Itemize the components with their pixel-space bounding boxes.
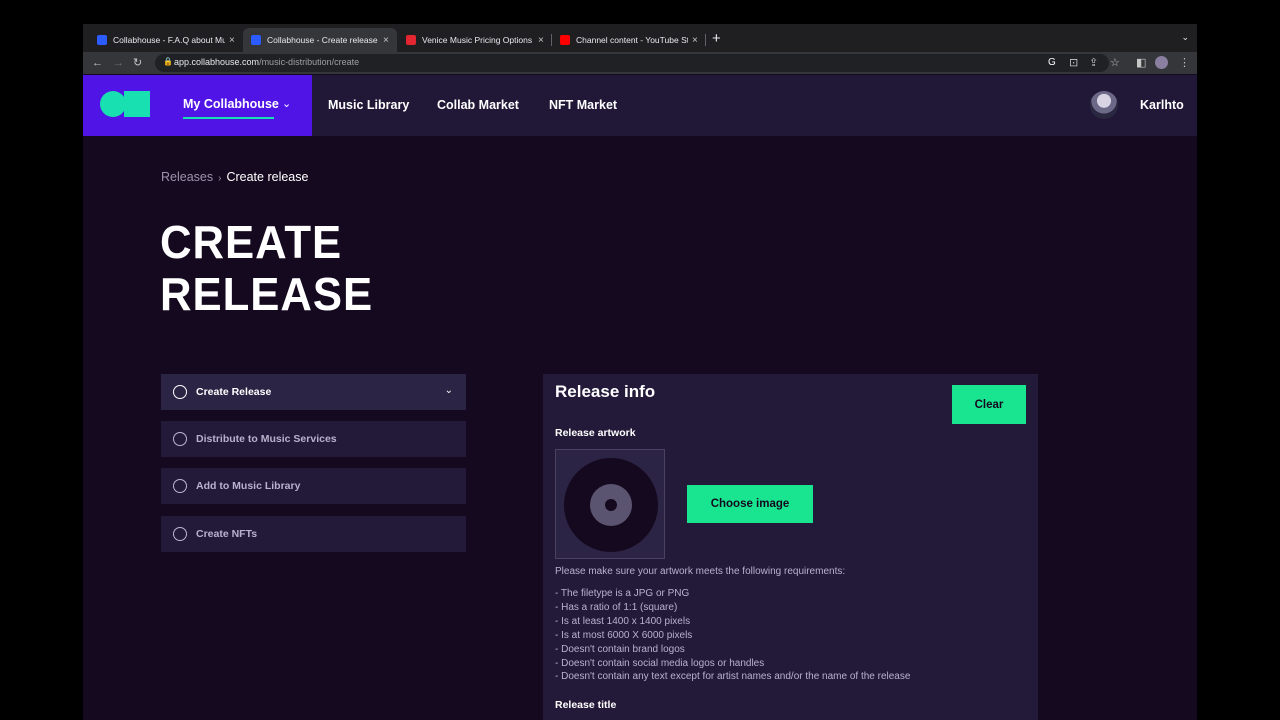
tab-close-icon[interactable]: × — [383, 35, 389, 46]
new-tab-icon[interactable]: + — [712, 31, 721, 46]
step-create-release[interactable]: Create Release ⌄ — [161, 374, 466, 410]
chevron-down-icon[interactable]: ⌄ — [282, 97, 291, 110]
active-nav-underline — [183, 117, 274, 119]
browser-tab[interactable]: Collabhouse - F.A.Q about Mu × — [89, 28, 243, 52]
browser-toolbar: ← → ↻ 🔒 app.collabhouse.com/music-distri… — [83, 52, 1197, 74]
step-circle-icon — [173, 479, 187, 493]
step-label: Create Release — [196, 386, 272, 398]
browser-tab-active[interactable]: Collabhouse - Create release × — [243, 28, 397, 52]
site-header: My Collabhouse ⌄ Music Library Collab Ma… — [83, 75, 1197, 136]
youtube-favicon-icon — [560, 35, 570, 45]
nav-collab-market[interactable]: Collab Market — [437, 98, 519, 112]
nav-my-collabhouse[interactable]: My Collabhouse — [183, 97, 279, 111]
address-bar[interactable]: 🔒 app.collabhouse.com/music-distribution… — [155, 54, 1109, 72]
more-menu-icon[interactable]: ⋮ — [1179, 55, 1190, 71]
collabhouse-favicon-icon — [97, 35, 107, 45]
vinyl-record-icon — [564, 458, 658, 552]
nav-music-library[interactable]: Music Library — [328, 98, 409, 112]
panel-title: Release info — [555, 382, 656, 401]
collabhouse-logo-icon[interactable] — [100, 91, 150, 117]
step-circle-icon — [173, 432, 187, 446]
breadcrumb-separator-icon: › — [218, 173, 222, 184]
release-info-panel: Release info Clear Release artwork Choos… — [543, 374, 1038, 720]
step-label: Create NFTs — [196, 528, 258, 540]
breadcrumb-current: Create release — [226, 170, 309, 184]
tab-search-chevron-icon[interactable]: ⌄ — [1181, 32, 1189, 43]
venice-favicon-icon — [406, 35, 416, 45]
requirements-list: - The filetype is a JPG or PNG - Has a r… — [555, 587, 910, 684]
browser-tab[interactable]: Venice Music Pricing Options × — [398, 28, 552, 52]
side-panel-icon[interactable]: ◧ — [1136, 55, 1146, 71]
release-title-label: Release title — [555, 699, 617, 711]
list-item: - Has a ratio of 1:1 (square) — [555, 601, 678, 613]
choose-image-button[interactable]: Choose image — [687, 485, 813, 523]
browser-window: Collabhouse - F.A.Q about Mu × Collabhou… — [83, 24, 1197, 720]
artwork-label: Release artwork — [555, 427, 636, 439]
clear-button[interactable]: Clear — [952, 385, 1026, 424]
reload-icon[interactable]: ↻ — [133, 55, 142, 71]
tab-title: Collabhouse - F.A.Q about Mu — [113, 35, 225, 45]
list-item: - Is at least 1400 x 1400 pixels — [555, 615, 691, 627]
browser-tab[interactable]: Channel content - YouTube Stu × — [552, 28, 706, 52]
tab-title: Channel content - YouTube Stu — [576, 35, 688, 45]
google-icon[interactable]: G — [1048, 55, 1056, 71]
artwork-preview — [555, 449, 665, 559]
step-add-to-library[interactable]: Add to Music Library — [161, 468, 466, 504]
list-item: - Doesn't contain any text except for ar… — [555, 671, 911, 683]
url-host: app.collabhouse.com — [174, 57, 260, 67]
tab-close-icon[interactable]: × — [229, 35, 235, 46]
lock-icon[interactable]: 🔒 — [163, 57, 173, 66]
url-path: /music-distribution/create — [259, 57, 360, 67]
share-icon[interactable]: ⇪ — [1089, 55, 1098, 71]
tab-close-icon[interactable]: × — [538, 35, 544, 46]
step-label: Add to Music Library — [196, 480, 301, 492]
list-item: - Is at most 6000 X 6000 pixels — [555, 629, 693, 641]
list-item: - Doesn't contain brand logos — [555, 643, 685, 655]
url-text[interactable]: app.collabhouse.com/music-distribution/c… — [174, 57, 359, 67]
page-title-line: RELEASE — [160, 268, 374, 320]
tab-close-icon[interactable]: × — [692, 35, 698, 46]
step-circle-icon — [173, 385, 187, 399]
step-distribute[interactable]: Distribute to Music Services — [161, 421, 466, 457]
breadcrumb-releases-link[interactable]: Releases — [161, 170, 213, 184]
tab-strip: Collabhouse - F.A.Q about Mu × Collabhou… — [83, 24, 1197, 52]
tab-title: Collabhouse - Create release — [267, 35, 378, 45]
requirements-intro: Please make sure your artwork meets the … — [555, 566, 846, 577]
tab-title: Venice Music Pricing Options — [422, 35, 533, 45]
list-item: - Doesn't contain social media logos or … — [555, 657, 765, 669]
avatar[interactable] — [1090, 91, 1118, 119]
collabhouse-favicon-icon — [251, 35, 261, 45]
step-label: Distribute to Music Services — [196, 433, 337, 445]
tab-separator — [705, 34, 706, 46]
install-icon[interactable]: ⊡ — [1069, 55, 1078, 71]
chevron-down-icon[interactable]: ⌄ — [445, 385, 453, 396]
step-create-nfts[interactable]: Create NFTs — [161, 516, 466, 552]
profile-avatar[interactable] — [1155, 56, 1168, 69]
list-item: - The filetype is a JPG or PNG — [555, 588, 690, 599]
page-title-line: CREATE — [160, 216, 343, 268]
breadcrumb: Releases › Create release — [161, 170, 308, 184]
nav-nft-market[interactable]: NFT Market — [549, 98, 617, 112]
bookmark-star-icon[interactable]: ☆ — [1110, 55, 1120, 71]
forward-arrow-icon[interactable]: → — [113, 55, 124, 71]
back-arrow-icon[interactable]: ← — [92, 55, 103, 71]
page-title: CREATE RELEASE — [160, 216, 373, 320]
brand-block: My Collabhouse ⌄ — [83, 75, 312, 136]
user-name[interactable]: Karlhto — [1140, 98, 1184, 112]
step-circle-icon — [173, 527, 187, 541]
